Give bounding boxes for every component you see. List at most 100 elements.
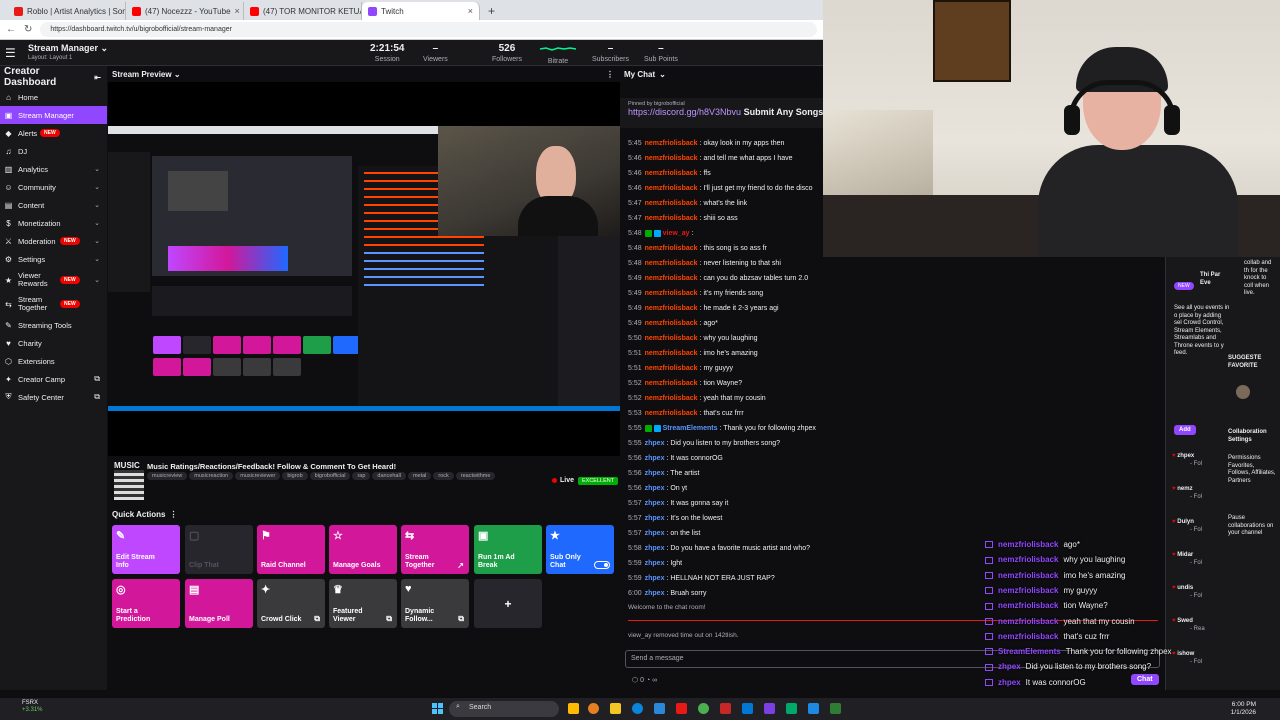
sidebar-item-settings[interactable]: ⚙ Settings ⌄ — [0, 250, 107, 268]
folder-icon[interactable] — [610, 703, 621, 714]
add-button[interactable]: Add — [1174, 425, 1196, 435]
chat-username[interactable]: nemzfriolisback — [645, 410, 698, 417]
chat-username[interactable]: nemzfriolisback — [645, 245, 698, 252]
sidebar-item-alerts[interactable]: ◆ Alerts NEW — [0, 124, 107, 142]
permissions-setting[interactable]: Permissions Favorites, Follows, Affiliat… — [1228, 455, 1276, 485]
chat-message[interactable]: 5:45 nemzfriolisback: okay look in my app… — [628, 139, 784, 148]
windows-start-icon[interactable] — [432, 703, 443, 714]
chat-title[interactable]: My Chat — [624, 70, 655, 79]
chat-username[interactable]: zhpex — [645, 590, 665, 597]
chat-message[interactable]: 5:56 zhpex: On yt — [628, 484, 687, 493]
edge-icon[interactable] — [632, 703, 643, 714]
quick-action-raid-channel[interactable]: ⚑ Raid Channel — [257, 525, 325, 574]
chat-message[interactable]: 5:50 nemzfriolisback: why you laughing — [628, 334, 758, 343]
chat-username[interactable]: nemzfriolisback — [645, 320, 698, 327]
chat-message[interactable]: 5:51 nemzfriolisback: imo he's amazing — [628, 349, 758, 358]
stream-tag[interactable]: dancehall — [372, 472, 406, 480]
sidebar-item-moderation[interactable]: ⚔ Moderation NEW ⌄ — [0, 232, 107, 250]
quick-action-stream-together[interactable]: ⇆ Stream Together ↗ — [401, 525, 469, 574]
chat-username[interactable]: zhpex — [645, 575, 665, 582]
stream-preview-title[interactable]: Stream Preview — [112, 70, 172, 79]
sidebar-item-dj[interactable]: ♫ DJ — [0, 142, 107, 160]
stream-tag[interactable]: bigrob — [282, 472, 308, 480]
app-icon[interactable] — [720, 703, 731, 714]
chat-username[interactable]: zhpex — [645, 470, 665, 477]
chat-username[interactable]: zhpex — [645, 530, 665, 537]
chat-username[interactable]: nemzfriolisback — [645, 200, 698, 207]
back-icon[interactable]: ← — [6, 24, 16, 35]
sidebar-item-stream-manager[interactable]: ▣ Stream Manager — [0, 106, 107, 124]
chat-message[interactable]: 6:00 zhpex: Bruah sorry — [628, 589, 707, 598]
chat-message[interactable]: 5:49 nemzfriolisback: can you do abzsav t… — [628, 274, 808, 283]
chat-message[interactable]: 5:48 nemzfriolisback: this song is so ass… — [628, 244, 767, 253]
add-quick-action-button[interactable]: + — [474, 579, 542, 628]
chat-username[interactable]: nemzfriolisback — [645, 365, 698, 372]
mail-icon[interactable] — [742, 703, 753, 714]
chat-message[interactable]: 5:49 nemzfriolisback: ago* — [628, 319, 718, 328]
chat-username[interactable]: nemzfriolisback — [645, 170, 698, 177]
close-tab-icon[interactable]: × — [468, 6, 473, 16]
chat-username[interactable]: nemzfriolisback — [645, 395, 698, 402]
channel-points[interactable]: ⬡ 0 ◔ ∞ — [632, 676, 657, 684]
chat-message[interactable]: 5:59 zhpex: HELLNAH NOT ERA JUST RAP? — [628, 574, 775, 583]
quick-action-crowd-click[interactable]: ✦ Crowd Click ⧉ — [257, 579, 325, 628]
chat-username[interactable]: nemzfriolisback — [645, 215, 698, 222]
chat-message[interactable]: 5:55 StreamElements: Thank you for follow… — [628, 424, 816, 433]
sidebar-item-extensions[interactable]: ⬡ Extensions — [0, 352, 107, 370]
chat-username[interactable]: zhpex — [645, 515, 665, 522]
quick-action-edit-stream-info[interactable]: ✎ Edit Stream Info — [112, 525, 180, 574]
chat-message[interactable]: 5:57 zhpex: It was gonna say it — [628, 499, 728, 508]
stream-tag[interactable]: musicreviewer — [235, 472, 281, 480]
chat-username[interactable]: nemzfriolisback — [645, 380, 698, 387]
quick-action-run-1m-ad-break[interactable]: ▣ Run 1m Ad Break — [474, 525, 542, 574]
chat-message[interactable]: 5:46 nemzfriolisback: and tell me what ap… — [628, 154, 793, 163]
quick-action-clip-that[interactable]: ▢ Clip That — [185, 525, 253, 574]
quick-action-sub-only-chat[interactable]: ★ Sub Only Chat — [546, 525, 614, 574]
chat-username[interactable]: nemzfriolisback — [645, 290, 698, 297]
chat-message[interactable]: 5:49 nemzfriolisback: it's my friends son… — [628, 289, 763, 298]
chat-message[interactable]: 5:57 zhpex: on the list — [628, 529, 700, 538]
chat-username[interactable]: zhpex — [645, 455, 665, 462]
close-tab-icon[interactable]: × — [235, 6, 240, 16]
stream-tag[interactable]: musicreview — [147, 472, 188, 480]
quick-action-manage-goals[interactable]: ☆ Manage Goals — [329, 525, 397, 574]
app-icon[interactable] — [786, 703, 797, 714]
chat-message[interactable]: 5:53 nemzfriolisback: that's cuz frrr — [628, 409, 744, 418]
browser-tab[interactable]: (47) Nocezzz - YouTube × — [126, 2, 244, 20]
sidebar-item-community[interactable]: ☺ Community ⌄ — [0, 178, 107, 196]
chat-username[interactable]: nemzfriolisback — [645, 260, 698, 267]
pause-collab-setting[interactable]: Pause collaborations on your channel — [1228, 515, 1276, 538]
browser-tab-active[interactable]: Twitch × — [362, 2, 480, 20]
app-icon[interactable] — [676, 703, 687, 714]
chat-message[interactable]: 5:49 nemzfriolisback: he made it 2-3 year… — [628, 304, 779, 313]
quick-action-start-a-prediction[interactable]: ◎ Start a Prediction — [112, 579, 180, 628]
chat-username[interactable]: view_ay — [663, 230, 690, 237]
file-explorer-icon[interactable] — [568, 703, 579, 714]
chat-message[interactable]: 5:47 nemzfriolisback: what's the link — [628, 199, 747, 208]
store-icon[interactable] — [654, 703, 665, 714]
sidebar-item-streaming-tools[interactable]: ✎ Streaming Tools — [0, 316, 107, 334]
stream-tag[interactable]: rock — [433, 472, 454, 480]
sidebar-item-stream-together[interactable]: ⇆ Stream Together NEW — [0, 292, 107, 316]
chat-message[interactable]: 5:51 nemzfriolisback: my guyyy — [628, 364, 733, 373]
sub-only-toggle[interactable] — [594, 561, 610, 569]
chat-username[interactable]: nemzfriolisback — [645, 155, 698, 162]
chat-message[interactable]: 5:59 zhpex: Ight — [628, 559, 682, 568]
chat-message[interactable]: 5:48 view_ay: — [628, 229, 693, 238]
stream-tag[interactable]: rap — [352, 472, 371, 480]
hamburger-menu-icon[interactable]: ☰ — [5, 46, 19, 60]
more-options-icon[interactable]: ⋮ — [606, 70, 614, 79]
chat-username[interactable]: nemzfriolisback — [645, 185, 698, 192]
pinned-link[interactable]: https://discord.gg/h8V3Nbvu — [628, 107, 741, 117]
pinned-message[interactable]: Pinned by bigrobofficial https://discord… — [620, 98, 823, 128]
browser-tab[interactable]: (47) TOR MONITOR KETUA | ORAN× — [244, 2, 362, 20]
chat-username[interactable]: zhpex — [645, 485, 665, 492]
collapse-sidebar-icon[interactable]: ⇤ — [94, 73, 101, 82]
stream-tag[interactable]: musicreaction — [189, 472, 234, 480]
system-clock[interactable]: 6:00 PM 1/1/2026 — [1231, 701, 1256, 717]
chat-message[interactable]: 5:48 nemzfriolisback: never listening to … — [628, 259, 781, 268]
url-field[interactable]: https://dashboard.twitch.tv/u/bigroboffi… — [40, 22, 817, 37]
sidebar-item-creator-camp[interactable]: ✦ Creator Camp ⧉ — [0, 370, 107, 388]
chat-username[interactable]: zhpex — [645, 440, 665, 447]
more-options-icon[interactable]: ⋮ — [170, 510, 178, 519]
